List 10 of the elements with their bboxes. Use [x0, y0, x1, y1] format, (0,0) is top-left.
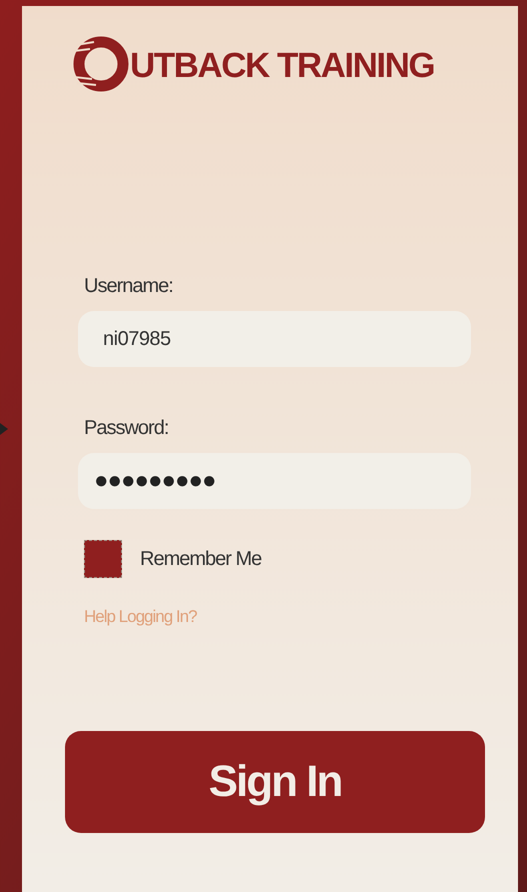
- password-label: Password:: [84, 416, 170, 441]
- arrow-icon[interactable]: [0, 423, 8, 435]
- logo-text: UTBACK TRAINING: [130, 44, 434, 87]
- remember-label: Remember Me: [140, 547, 262, 572]
- password-field[interactable]: ●●●●●●●●●: [78, 453, 471, 509]
- sign-in-button[interactable]: Sign In: [65, 730, 485, 832]
- username-field[interactable]: ni07985: [78, 311, 471, 367]
- username-label: Username:: [84, 274, 174, 299]
- logo-ring-icon: [72, 35, 130, 93]
- remember-checkbox[interactable]: [84, 540, 122, 578]
